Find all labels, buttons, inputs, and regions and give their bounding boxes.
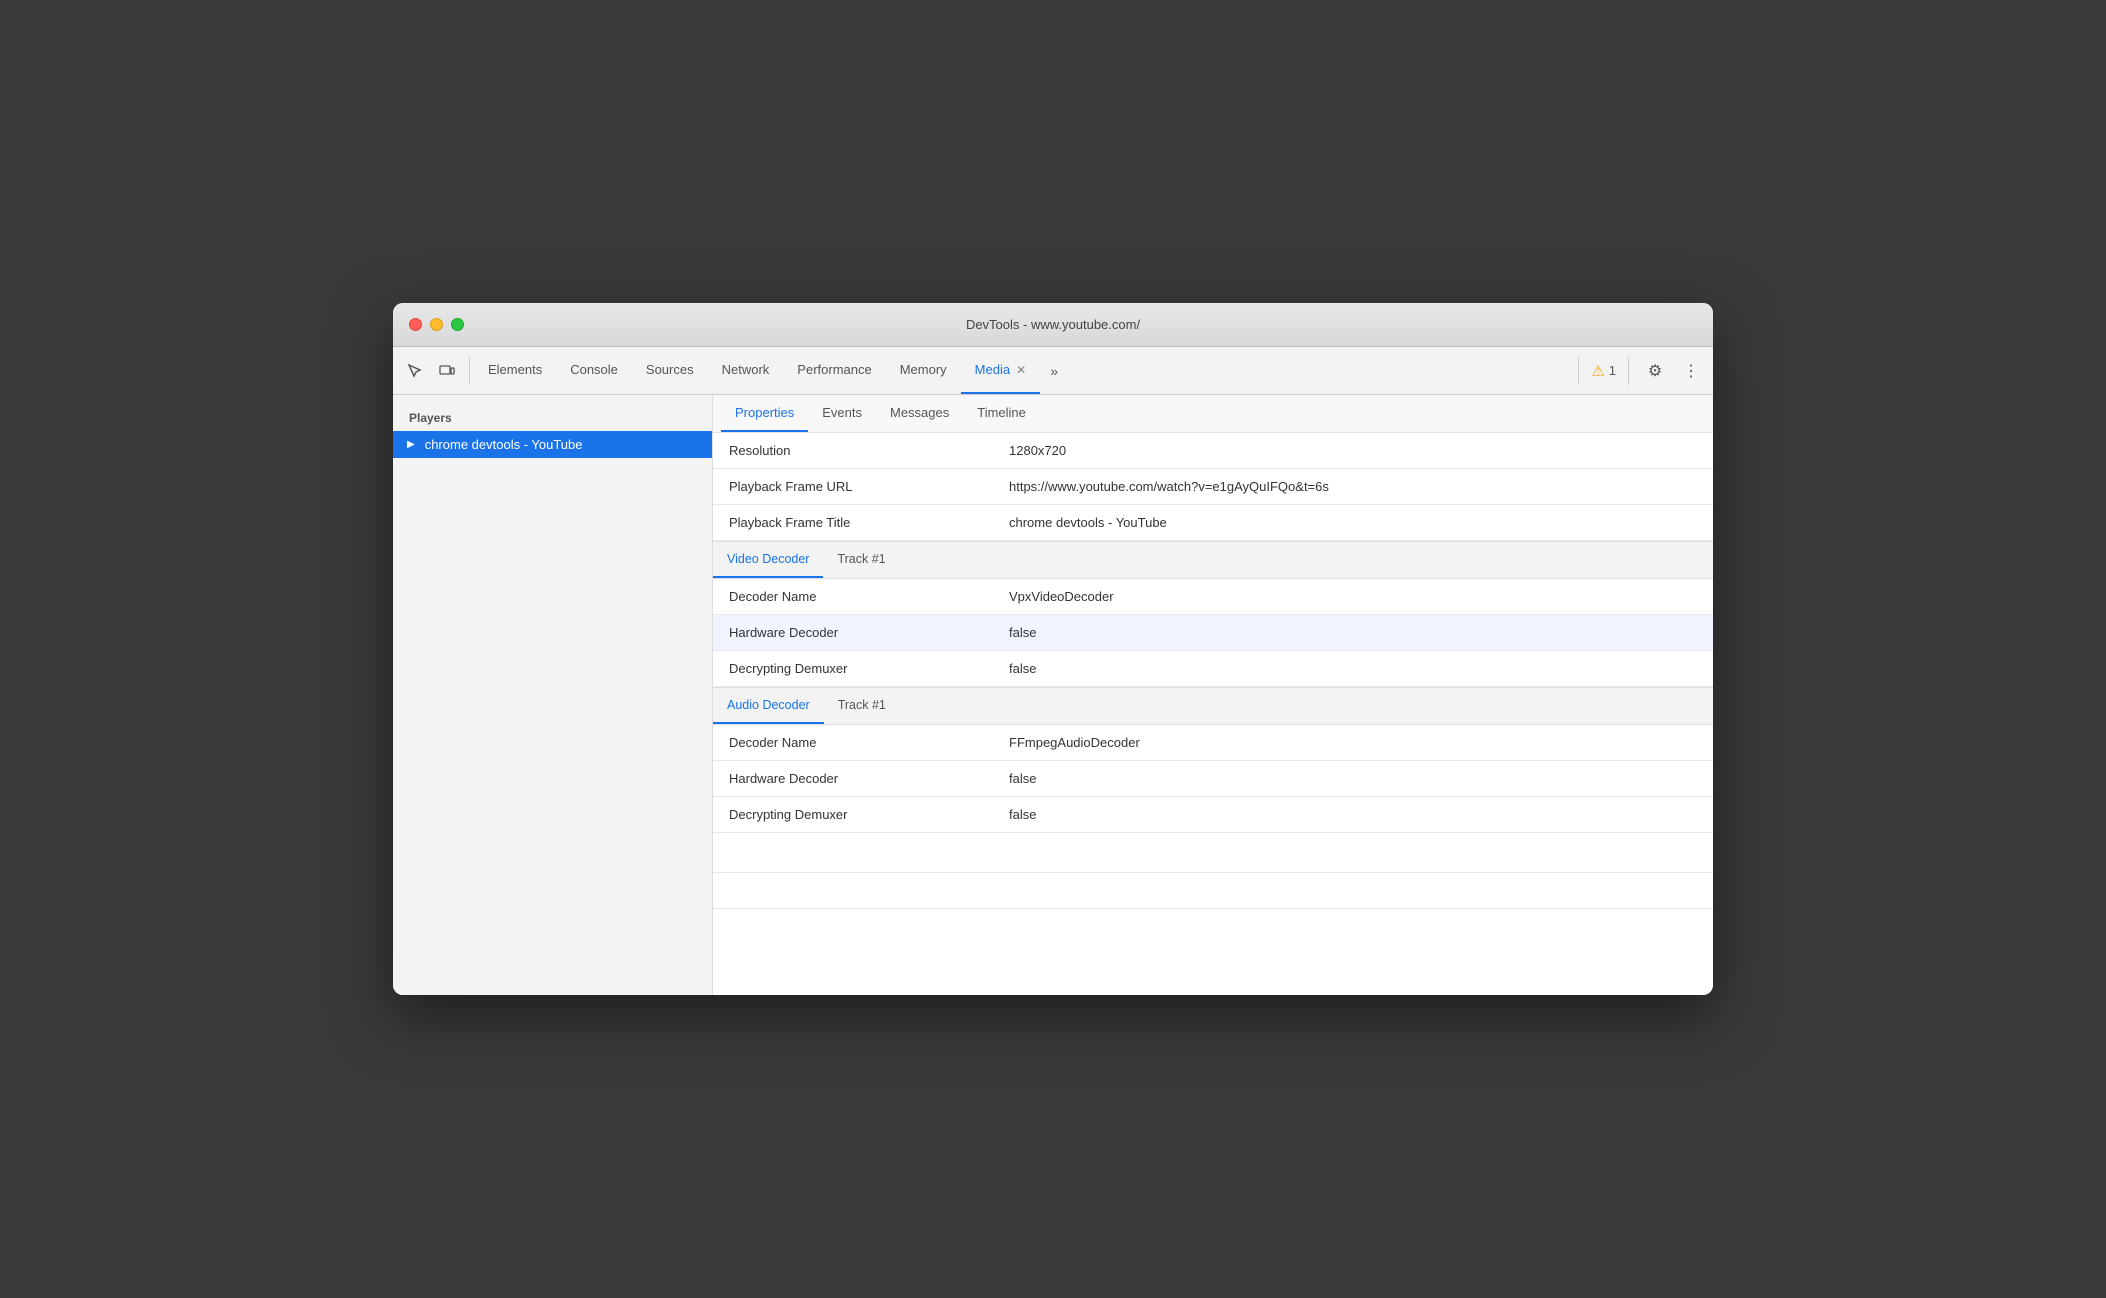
- prop-value: false: [993, 615, 1713, 650]
- close-button[interactable]: [409, 318, 422, 331]
- prop-key: Playback Frame URL: [713, 469, 993, 504]
- warning-count: 1: [1609, 363, 1616, 378]
- prop-value: false: [993, 761, 1713, 796]
- arrow-icon: ▶: [407, 439, 415, 450]
- inspect-element-button[interactable]: [401, 357, 429, 385]
- prop-key: Hardware Decoder: [713, 615, 993, 650]
- title-bar: DevTools - www.youtube.com/: [393, 303, 1713, 347]
- subtab-properties[interactable]: Properties: [721, 395, 808, 432]
- right-panel: Properties Events Messages Timeline Reso…: [713, 395, 1713, 995]
- table-row: Playback Frame URL https://www.youtube.c…: [713, 469, 1713, 505]
- tab-network[interactable]: Network: [708, 347, 784, 394]
- tab-media[interactable]: Media ✕: [961, 347, 1040, 394]
- prop-value: false: [993, 797, 1713, 832]
- audio-decoder-tabs: Audio Decoder Track #1: [713, 688, 900, 724]
- device-toggle-button[interactable]: [433, 357, 461, 385]
- window-title: DevTools - www.youtube.com/: [966, 317, 1140, 332]
- prop-value: chrome devtools - YouTube: [993, 505, 1713, 540]
- sidebar: Players ▶ chrome devtools - YouTube: [393, 395, 713, 995]
- prop-key: Decoder Name: [713, 579, 993, 614]
- more-tabs-button[interactable]: »: [1040, 357, 1068, 385]
- minimize-button[interactable]: [430, 318, 443, 331]
- subtab-messages[interactable]: Messages: [876, 395, 963, 432]
- prop-key: Resolution: [713, 433, 993, 468]
- tab-media-close[interactable]: ✕: [1016, 363, 1026, 377]
- tab-sources[interactable]: Sources: [632, 347, 708, 394]
- toolbar-right: ⚠ 1 ⚙ ⋮: [1566, 357, 1705, 385]
- empty-row: [713, 833, 1713, 873]
- warning-badge[interactable]: ⚠ 1: [1591, 362, 1616, 380]
- video-decoder-tab[interactable]: Video Decoder: [713, 542, 823, 578]
- subtab-timeline[interactable]: Timeline: [963, 395, 1040, 432]
- toolbar-divider: [1578, 357, 1579, 385]
- toolbar-icon-group: [401, 357, 470, 385]
- table-row: Hardware Decoder false: [713, 615, 1713, 651]
- traffic-lights: [409, 318, 464, 331]
- table-row: Decoder Name VpxVideoDecoder: [713, 579, 1713, 615]
- devtools-toolbar: Elements Console Sources Network Perform…: [393, 347, 1713, 395]
- prop-key: Playback Frame Title: [713, 505, 993, 540]
- warning-icon: ⚠: [1591, 362, 1604, 380]
- audio-decoder-tab[interactable]: Audio Decoder: [713, 688, 824, 724]
- table-row: Hardware Decoder false: [713, 761, 1713, 797]
- prop-key: Decrypting Demuxer: [713, 797, 993, 832]
- table-row: Playback Frame Title chrome devtools - Y…: [713, 505, 1713, 541]
- prop-value: https://www.youtube.com/watch?v=e1gAyQuI…: [993, 469, 1713, 504]
- prop-key: Decrypting Demuxer: [713, 651, 993, 686]
- empty-row-2: [713, 873, 1713, 909]
- tab-performance[interactable]: Performance: [783, 347, 885, 394]
- prop-value: VpxVideoDecoder: [993, 579, 1713, 614]
- table-row: Decrypting Demuxer false: [713, 651, 1713, 687]
- sub-tabs: Properties Events Messages Timeline: [713, 395, 1713, 433]
- table-row: Decrypting Demuxer false: [713, 797, 1713, 833]
- more-options-button[interactable]: ⋮: [1677, 357, 1705, 385]
- sidebar-header: Players: [393, 403, 712, 431]
- properties-table: Resolution 1280x720 Playback Frame URL h…: [713, 433, 1713, 995]
- prop-value: 1280x720: [993, 433, 1713, 468]
- nav-tabs: Elements Console Sources Network Perform…: [474, 347, 1566, 394]
- main-content: Players ▶ chrome devtools - YouTube Prop…: [393, 395, 1713, 995]
- video-decoder-section-header: Video Decoder Track #1: [713, 541, 1713, 579]
- toolbar-divider2: [1628, 357, 1629, 385]
- video-decoder-tabs: Video Decoder Track #1: [713, 542, 900, 578]
- tab-console[interactable]: Console: [556, 347, 632, 394]
- video-track1-tab[interactable]: Track #1: [823, 542, 899, 578]
- tab-memory[interactable]: Memory: [886, 347, 961, 394]
- prop-value: FFmpegAudioDecoder: [993, 725, 1713, 760]
- prop-key: Decoder Name: [713, 725, 993, 760]
- prop-value: false: [993, 651, 1713, 686]
- devtools-window: DevTools - www.youtube.com/ Elements Con: [393, 303, 1713, 995]
- sidebar-item-youtube[interactable]: ▶ chrome devtools - YouTube: [393, 431, 712, 458]
- prop-key: Hardware Decoder: [713, 761, 993, 796]
- settings-button[interactable]: ⚙: [1641, 357, 1669, 385]
- table-row: Resolution 1280x720: [713, 433, 1713, 469]
- tab-elements[interactable]: Elements: [474, 347, 556, 394]
- table-row: Decoder Name FFmpegAudioDecoder: [713, 725, 1713, 761]
- audio-decoder-section-header: Audio Decoder Track #1: [713, 687, 1713, 725]
- maximize-button[interactable]: [451, 318, 464, 331]
- audio-track1-tab[interactable]: Track #1: [824, 688, 900, 724]
- subtab-events[interactable]: Events: [808, 395, 876, 432]
